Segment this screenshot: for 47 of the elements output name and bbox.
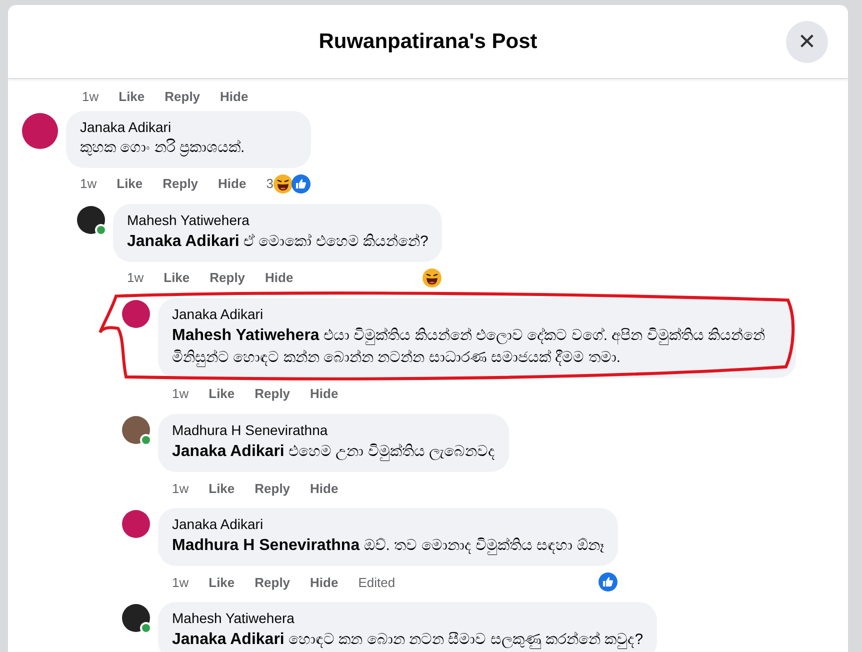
reaction-count: 3 [266, 176, 274, 192]
comment-action-link[interactable]: Like [208, 574, 235, 590]
comment-action-link[interactable]: Hide [218, 176, 246, 192]
laughing-face-icon [273, 174, 294, 194]
comment-author[interactable]: Janaka Adikari [80, 119, 298, 135]
dialog-title: Ruwanpatirana's Post [318, 30, 538, 54]
close-button[interactable]: ✕ [786, 21, 828, 63]
comment-text: Janaka Adikari හොඳට කන බොන නටන සීමාව සලකුණු කරන්නේ කවුද? [172, 630, 644, 651]
comment-time: 1w [172, 480, 189, 496]
laughing-face-icon [422, 268, 442, 288]
comment-time: 1w [172, 574, 189, 590]
avatar[interactable] [77, 206, 105, 234]
comment-text: Mahesh Yatiwehera එයා විමුක්තිය කියන්නේ එලොව දේකට වගේ. අපින විමුක්තිය කියන්නේ මිනිසුන්ට හොඳට කන්න බොන්න නටන්න සාධාරණ සමාජයක් දීමම තමා. [172, 326, 766, 369]
comment-time: 1w [127, 270, 144, 286]
comment-author[interactable]: Mahesh Yatiwehera [127, 212, 428, 228]
avatar[interactable] [122, 416, 150, 444]
comment-action-link[interactable]: Hide [310, 574, 338, 590]
thumbs-up-icon [598, 572, 618, 592]
comment-author[interactable]: Janaka Adikari [172, 306, 782, 322]
comment-time: 1w [172, 386, 189, 402]
comment-author[interactable]: Janaka Adikari [172, 516, 604, 532]
comment-time: 1w [82, 88, 99, 104]
thumbs-up-icon [291, 174, 312, 194]
comment-action-link[interactable]: Reply [164, 88, 200, 104]
comment-action-link[interactable]: Like [208, 480, 235, 496]
comment-action-link[interactable]: Reply [210, 270, 246, 286]
avatar[interactable] [122, 604, 150, 632]
comment-action-link[interactable]: Reply [254, 480, 290, 496]
comment-text: Madhura H Senevirathna ඔව්. තව මොනාද විමුක්තිය සඳහා ඕනෑ [172, 536, 604, 557]
comment-action-link[interactable]: Like [118, 88, 145, 104]
comment-text: කුහක ගොං නරි ප්‍රකාශයක්. [80, 138, 246, 158]
comment-action-link[interactable]: Reply [162, 176, 198, 192]
edited-label: Edited [358, 574, 396, 590]
comment-action-link[interactable]: Hide [310, 386, 338, 402]
comment-action-link[interactable]: Reply [254, 386, 290, 402]
comment-time: 1w [80, 176, 97, 192]
comment-action-link[interactable]: Hide [310, 480, 338, 496]
comment-text: Janaka Adikari එහෙම උනා විමුක්තිය ලැබෙනවද [172, 442, 496, 463]
comment-action-link[interactable]: Like [208, 386, 235, 402]
comment-action-link[interactable]: Like [116, 176, 143, 192]
comment-action-link[interactable]: Hide [265, 270, 294, 286]
comment-action-link[interactable]: Hide [220, 88, 248, 104]
comment-author[interactable]: Mahesh Yatiwehera [172, 610, 644, 626]
comment-action-link[interactable]: Like [164, 270, 190, 286]
comment-author[interactable]: Madhura H Senevirathna [172, 422, 496, 438]
comment-text: Janaka Adikari ඒ මොකෝ එහෙම කියන්නේ? [127, 232, 428, 252]
comment-action-link[interactable]: Reply [254, 574, 290, 590]
